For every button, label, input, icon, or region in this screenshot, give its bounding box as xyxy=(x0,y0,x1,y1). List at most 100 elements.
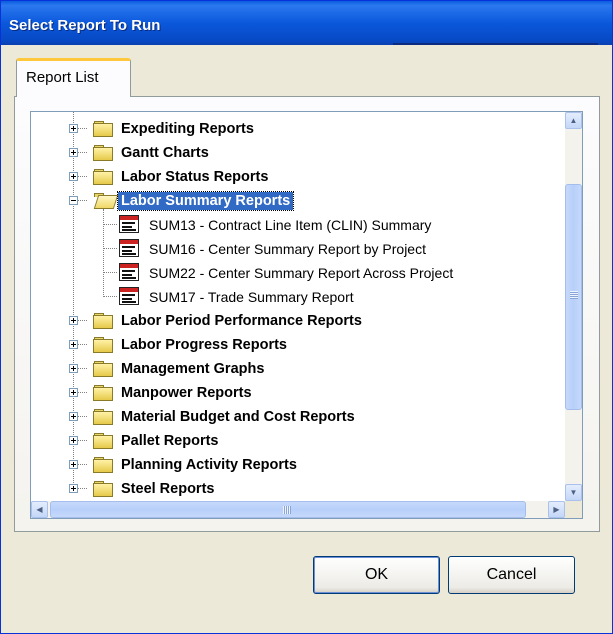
tree-folder-label: Labor Progress Reports xyxy=(121,337,287,353)
expand-icon[interactable] xyxy=(69,436,78,445)
expand-icon[interactable] xyxy=(69,484,78,493)
tree-folder-label: Labor Summary Reports xyxy=(116,191,295,211)
scroll-left-button[interactable]: ◀ xyxy=(31,501,48,518)
title-bar[interactable]: Select Report To Run xyxy=(1,1,612,45)
tree-report-row[interactable]: SUM22 - Center Summary Report Across Pro… xyxy=(31,261,541,285)
thumb-grip-icon xyxy=(283,506,291,514)
tree-report-label: SUM13 - Contract Line Item (CLIN) Summar… xyxy=(149,217,432,233)
collapse-icon[interactable] xyxy=(69,196,78,205)
scroll-left-icon: ◀ xyxy=(36,505,43,514)
report-document-icon xyxy=(119,215,139,233)
tree-connector xyxy=(78,488,87,490)
tree-report-label: SUM17 - Trade Summary Report xyxy=(149,289,354,305)
scroll-right-button[interactable]: ▶ xyxy=(548,501,565,518)
tree-connector xyxy=(103,209,105,297)
folder-open-icon xyxy=(93,192,119,209)
horizontal-scroll-thumb[interactable] xyxy=(50,501,526,518)
scroll-up-button[interactable]: ▲ xyxy=(565,112,582,129)
horizontal-scrollbar[interactable]: ◀ ▶ xyxy=(31,501,565,518)
tree-folder-row[interactable]: Expediting Reports xyxy=(31,117,541,141)
expand-icon[interactable] xyxy=(69,412,78,421)
title-bar-strip xyxy=(393,43,598,45)
expand-icon[interactable] xyxy=(69,460,78,469)
folder-icon xyxy=(93,456,113,473)
expand-icon[interactable] xyxy=(69,172,78,181)
folder-icon xyxy=(93,312,113,329)
report-document-icon xyxy=(119,287,139,305)
dialog-window: Select Report To Run Report List Expedit… xyxy=(0,0,613,634)
ok-button[interactable]: OK xyxy=(313,556,440,594)
expand-icon[interactable] xyxy=(69,364,78,373)
tree-folder-row[interactable]: Material Budget and Cost Reports xyxy=(31,405,541,429)
expand-icon[interactable] xyxy=(69,124,78,133)
tree-report-label: SUM22 - Center Summary Report Across Pro… xyxy=(149,265,454,281)
folder-icon xyxy=(93,384,113,401)
tree-folder-row[interactable]: Labor Progress Reports xyxy=(31,333,541,357)
tree-report-row[interactable]: SUM17 - Trade Summary Report xyxy=(31,285,541,309)
expand-icon[interactable] xyxy=(69,340,78,349)
folder-icon xyxy=(93,120,113,137)
tree-connector xyxy=(78,200,87,202)
tree-connector xyxy=(78,368,87,370)
tree-folder-row[interactable]: Steel Reports xyxy=(31,477,541,501)
folder-icon xyxy=(93,480,113,497)
tree-connector xyxy=(78,176,87,178)
tree-folder-row[interactable]: Labor Period Performance Reports xyxy=(31,309,541,333)
tree-connector xyxy=(78,392,87,394)
tree-folder-label: Steel Reports xyxy=(121,481,215,497)
folder-icon xyxy=(93,336,113,353)
tree-connector xyxy=(78,128,87,130)
tree-folder-row[interactable]: Management Graphs xyxy=(31,357,541,381)
tree-folder-row[interactable]: Manpower Reports xyxy=(31,381,541,405)
folder-icon xyxy=(93,432,113,449)
vertical-scrollbar[interactable]: ▲ ▼ xyxy=(565,112,582,501)
thumb-grip-icon xyxy=(570,291,578,299)
tree-folder-row[interactable]: Pallet Reports xyxy=(31,429,541,453)
tree-folder-label: Expediting Reports xyxy=(121,121,254,137)
tree-connector xyxy=(78,440,87,442)
tree-connector xyxy=(78,344,87,346)
tree-folder-label: Management Graphs xyxy=(121,361,265,377)
tree-folder-row[interactable]: Planning Activity Reports xyxy=(31,453,541,477)
tree-folder-label: Manpower Reports xyxy=(121,385,252,401)
tree-folder-label: Labor Status Reports xyxy=(121,169,269,185)
tree-report-row[interactable]: SUM13 - Contract Line Item (CLIN) Summar… xyxy=(31,213,541,237)
report-tree[interactable]: Expediting Reports Gantt Charts Labor Stat… xyxy=(30,111,583,519)
tree-report-label: SUM16 - Center Summary Report by Project xyxy=(149,241,426,257)
tree-folder-row[interactable]: Labor Summary Reports xyxy=(31,189,541,213)
window-title: Select Report To Run xyxy=(9,17,161,34)
scroll-down-button[interactable]: ▼ xyxy=(565,484,582,501)
tree-folder-label: Labor Period Performance Reports xyxy=(121,313,362,329)
tree-connector xyxy=(78,320,87,322)
tab-report-list[interactable]: Report List xyxy=(16,58,131,97)
tree-report-row[interactable]: SUM16 - Center Summary Report by Project xyxy=(31,237,541,261)
tab-report-list-label: Report List xyxy=(26,69,99,86)
tree-connector xyxy=(103,224,117,226)
tree-folder-label: Planning Activity Reports xyxy=(121,457,297,473)
cancel-button[interactable]: Cancel xyxy=(448,556,575,594)
tree-connector xyxy=(78,152,87,154)
expand-icon[interactable] xyxy=(69,388,78,397)
folder-icon xyxy=(93,360,113,377)
tree-folder-row[interactable]: Gantt Charts xyxy=(31,141,541,165)
folder-icon xyxy=(93,408,113,425)
folder-icon xyxy=(93,168,113,185)
tree-connector xyxy=(103,248,117,250)
tree-connector xyxy=(103,296,117,298)
vertical-scroll-thumb[interactable] xyxy=(565,184,582,410)
scroll-down-icon: ▼ xyxy=(569,488,578,497)
report-document-icon xyxy=(119,239,139,257)
scroll-right-icon: ▶ xyxy=(553,505,560,514)
tree-content: Expediting Reports Gantt Charts Labor Stat… xyxy=(31,112,541,502)
tree-connector xyxy=(103,272,117,274)
scroll-up-icon: ▲ xyxy=(569,116,578,125)
tree-connector xyxy=(78,464,87,466)
tree-folder-label: Material Budget and Cost Reports xyxy=(121,409,355,425)
expand-icon[interactable] xyxy=(69,148,78,157)
scrollbar-corner xyxy=(565,501,582,518)
tree-connector xyxy=(78,416,87,418)
tree-folder-row[interactable]: Labor Status Reports xyxy=(31,165,541,189)
report-document-icon xyxy=(119,263,139,281)
expand-icon[interactable] xyxy=(69,316,78,325)
folder-icon xyxy=(93,144,113,161)
